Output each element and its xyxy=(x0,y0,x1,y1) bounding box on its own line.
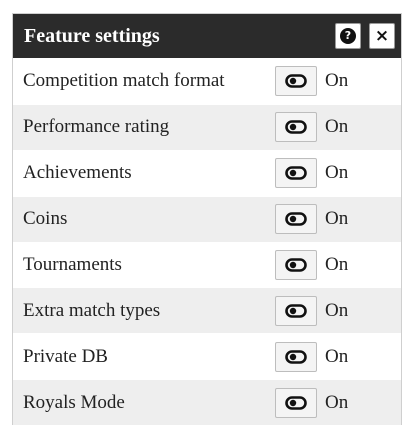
setting-label: Coins xyxy=(23,208,68,230)
setting-label: Extra match types xyxy=(23,299,161,321)
toggle-switch-icon xyxy=(285,166,307,181)
toggle-switch-icon xyxy=(285,304,307,318)
settings-list: Competition match format On Performance … xyxy=(13,58,401,426)
toggle-switch-icon xyxy=(285,349,307,364)
setting-status: On xyxy=(325,116,349,138)
setting-row-achievements: Achievements On xyxy=(13,149,401,196)
setting-row-private-db: Private DB On xyxy=(13,333,401,379)
toggle-button[interactable] xyxy=(275,66,317,97)
setting-status: On xyxy=(325,254,349,275)
toggle-button[interactable] xyxy=(275,387,317,418)
toggle-button[interactable] xyxy=(275,250,317,280)
help-button[interactable]: ? xyxy=(335,23,361,49)
setting-row-royals-mode: Royals Mode On xyxy=(13,379,401,426)
toggle-switch-icon xyxy=(285,395,307,410)
toggle-button[interactable] xyxy=(275,204,317,235)
setting-row-competition-match-format: Competition match format On xyxy=(13,58,401,104)
setting-row-performance-rating: Performance rating On xyxy=(13,103,401,150)
toggle-switch-icon xyxy=(285,74,307,89)
setting-status: On xyxy=(325,391,349,413)
toggle-button[interactable] xyxy=(275,112,317,143)
setting-label: Performance rating xyxy=(23,116,170,138)
setting-row-extra-match-types: Extra match types On xyxy=(13,287,401,334)
dialog-header: Feature settings ? × xyxy=(13,14,401,58)
setting-status: On xyxy=(325,162,349,184)
setting-status: On xyxy=(325,345,349,367)
toggle-button[interactable] xyxy=(275,341,317,372)
setting-label: Competition match format xyxy=(23,70,225,92)
setting-status: On xyxy=(325,299,349,321)
setting-row-tournaments: Tournaments On xyxy=(13,241,401,288)
setting-status: On xyxy=(325,70,349,92)
feature-settings-dialog: Feature settings ? × Competition match f… xyxy=(12,13,402,426)
setting-status: On xyxy=(325,208,349,230)
close-button[interactable]: × xyxy=(369,23,395,49)
toggle-button[interactable] xyxy=(275,158,317,189)
question-circle-icon: ? xyxy=(340,28,356,44)
setting-label: Achievements xyxy=(23,162,132,184)
toggle-switch-icon xyxy=(285,258,307,272)
toggle-switch-icon xyxy=(285,212,307,226)
toggle-switch-icon xyxy=(285,120,307,135)
close-icon: × xyxy=(374,25,390,46)
setting-label: Royals Mode xyxy=(23,391,125,413)
setting-row-coins: Coins On xyxy=(13,195,401,242)
dialog-title: Feature settings xyxy=(24,24,160,47)
toggle-button[interactable] xyxy=(275,295,317,326)
setting-label: Tournaments xyxy=(23,254,122,275)
setting-label: Private DB xyxy=(23,345,108,367)
